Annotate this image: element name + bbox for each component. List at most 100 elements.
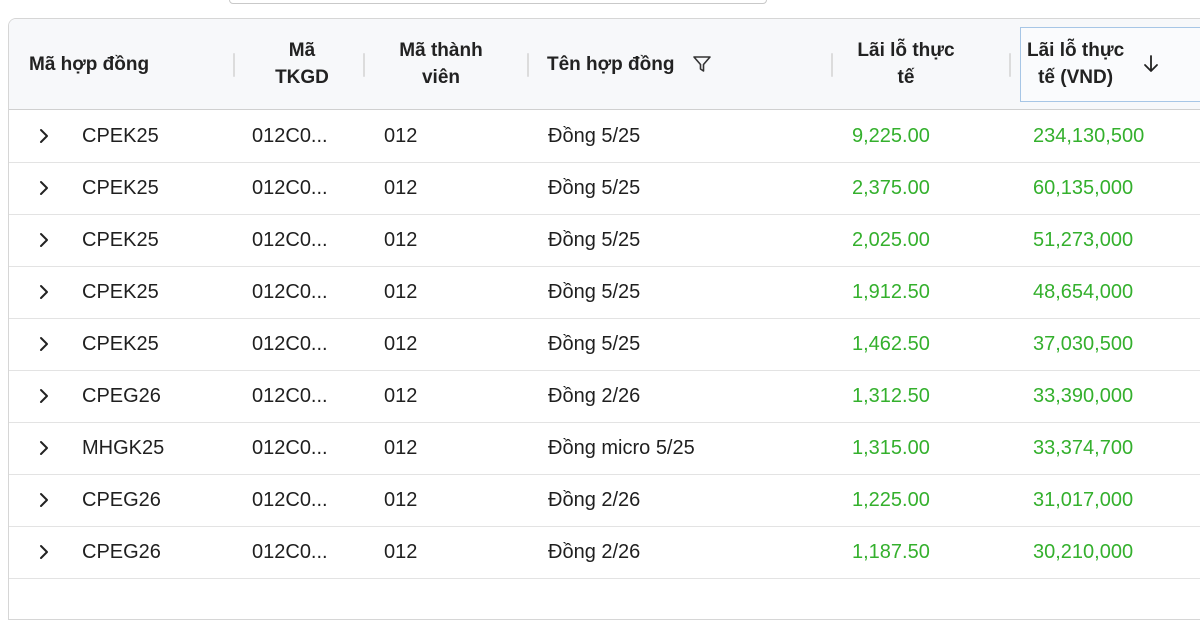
expand-row-button[interactable] <box>37 526 51 578</box>
table-row[interactable]: CPEG26 012C0... 012 Đồng 2/26 1,187.50 30,210… <box>9 526 1200 579</box>
column-header-contract-code[interactable]: Mã hợp đồng <box>29 19 149 109</box>
cell-contract-code: CPEK25 <box>82 124 159 147</box>
cell-account: 012C0... <box>252 384 328 407</box>
chevron-right-icon <box>37 284 51 300</box>
cell-account: 012C0... <box>252 228 328 251</box>
search-input[interactable] <box>229 0 767 4</box>
cell-contract-name: Đồng 5/25 <box>548 124 641 147</box>
cell-contract-code: CPEK25 <box>82 280 159 303</box>
cell-contract-code: CPEK25 <box>82 176 159 199</box>
chevron-right-icon <box>37 544 51 560</box>
column-header-label: Lãi lỗ thực tế <box>857 40 955 88</box>
column-header-label: Mã TKGD <box>275 40 329 88</box>
expand-row-button[interactable] <box>37 318 51 370</box>
cell-pnl-vnd: 48,654,000 <box>1033 280 1134 303</box>
table-row[interactable]: CPEK25 012C0... 012 Đồng 5/25 9,225.00 234,13… <box>9 110 1200 163</box>
column-resize-handle[interactable] <box>831 53 833 77</box>
cell-contract-name: Đồng 5/25 <box>548 228 641 251</box>
cell-pnl: 1,312.50 <box>852 384 930 407</box>
cell-contract-name: Đồng 2/26 <box>548 488 641 511</box>
cell-contract-name: Đồng 2/26 <box>548 540 641 563</box>
cell-pnl: 1,462.50 <box>852 332 930 355</box>
cell-pnl-vnd: 33,374,700 <box>1033 436 1134 459</box>
cell-contract-code: CPEG26 <box>82 488 161 511</box>
cell-account: 012C0... <box>252 176 328 199</box>
column-header-label: Mã hợp đồng <box>29 53 150 75</box>
cell-pnl-vnd: 33,390,000 <box>1033 384 1134 407</box>
cell-contract-name: Đồng micro 5/25 <box>548 436 695 459</box>
expand-row-button[interactable] <box>37 266 51 318</box>
chevron-right-icon <box>37 232 51 248</box>
table-row[interactable]: CPEK25 012C0... 012 Đồng 5/25 2,375.00 60,135… <box>9 162 1200 215</box>
column-resize-handle[interactable] <box>363 53 365 77</box>
contracts-table: Mã hợp đồng Mã TKGD Mã thành viên Tên hợ… <box>8 18 1200 620</box>
cell-contract-code: CPEG26 <box>82 540 161 563</box>
cell-pnl-vnd: 51,273,000 <box>1033 228 1134 251</box>
cell-pnl: 2,375.00 <box>852 176 930 199</box>
column-header-label: Mã thành viên <box>399 40 483 88</box>
column-header-account[interactable]: Mã TKGD <box>247 19 357 109</box>
table-row[interactable]: CPEK25 012C0... 012 Đồng 5/25 1,912.50 48,654… <box>9 266 1200 319</box>
column-header-member[interactable]: Mã thành viên <box>371 19 511 109</box>
cell-pnl-vnd: 30,210,000 <box>1033 540 1134 563</box>
expand-row-button[interactable] <box>37 370 51 422</box>
cell-pnl: 1,315.00 <box>852 436 930 459</box>
filter-icon[interactable] <box>692 54 712 74</box>
cell-account: 012C0... <box>252 488 328 511</box>
cell-account: 012C0... <box>252 280 328 303</box>
table-row[interactable]: MHGK25 012C0... 012 Đồng micro 5/25 1,315.00… <box>9 422 1200 475</box>
cell-member: 012 <box>384 436 418 459</box>
cell-pnl: 1,187.50 <box>852 540 930 563</box>
cell-member: 012 <box>384 228 418 251</box>
column-header-label: Tên hợp đồng <box>547 53 675 75</box>
column-header-label: Lãi lỗ thực tế (VND) <box>1027 40 1125 88</box>
cell-pnl-vnd: 60,135,000 <box>1033 176 1134 199</box>
column-header-pnl-vnd[interactable]: Lãi lỗ thực tế (VND) <box>1027 19 1200 109</box>
cell-contract-name: Đồng 5/25 <box>548 176 641 199</box>
cell-pnl: 9,225.00 <box>852 124 930 147</box>
cell-contract-code: CPEK25 <box>82 332 159 355</box>
table-header: Mã hợp đồng Mã TKGD Mã thành viên Tên hợ… <box>9 19 1200 110</box>
cell-pnl-vnd: 31,017,000 <box>1033 488 1134 511</box>
cell-contract-name: Đồng 5/25 <box>548 332 641 355</box>
table-row[interactable]: CPEG26 012C0... 012 Đồng 2/26 1,312.50 33,390… <box>9 370 1200 423</box>
chevron-right-icon <box>37 336 51 352</box>
expand-row-button[interactable] <box>37 162 51 214</box>
table-row[interactable]: CPEG26 012C0... 012 Đồng 2/26 1,225.00 31,017… <box>9 474 1200 527</box>
cell-pnl: 1,225.00 <box>852 488 930 511</box>
cell-account: 012C0... <box>252 124 328 147</box>
table-row[interactable]: CPEK25 012C0... 012 Đồng 5/25 1,462.50 37,030… <box>9 318 1200 371</box>
cell-contract-code: MHGK25 <box>82 436 165 459</box>
column-header-pnl[interactable]: Lãi lỗ thực tế <box>841 19 971 109</box>
chevron-right-icon <box>37 180 51 196</box>
cell-member: 012 <box>384 384 418 407</box>
cell-account: 012C0... <box>252 332 328 355</box>
expand-row-button[interactable] <box>37 422 51 474</box>
table-row[interactable]: CPEK25 012C0... 012 Đồng 5/25 2,025.00 51,273… <box>9 214 1200 267</box>
chevron-right-icon <box>37 388 51 404</box>
cell-contract-name: Đồng 5/25 <box>548 280 641 303</box>
cell-contract-code: CPEK25 <box>82 228 159 251</box>
chevron-right-icon <box>37 492 51 508</box>
cell-pnl: 2,025.00 <box>852 228 930 251</box>
cell-pnl: 1,912.50 <box>852 280 930 303</box>
cell-member: 012 <box>384 280 418 303</box>
cell-member: 012 <box>384 124 418 147</box>
cell-account: 012C0... <box>252 540 328 563</box>
chevron-right-icon <box>37 440 51 456</box>
cell-contract-name: Đồng 2/26 <box>548 384 641 407</box>
column-resize-handle[interactable] <box>527 53 529 77</box>
chevron-right-icon <box>37 128 51 144</box>
column-header-contract-name[interactable]: Tên hợp đồng <box>547 19 712 109</box>
column-resize-handle[interactable] <box>1009 53 1011 77</box>
expand-row-button[interactable] <box>37 474 51 526</box>
column-resize-handle[interactable] <box>233 53 235 77</box>
arrow-down-icon[interactable] <box>1142 54 1160 74</box>
cell-pnl-vnd: 37,030,500 <box>1033 332 1134 355</box>
expand-row-button[interactable] <box>37 110 51 162</box>
cell-pnl-vnd: 234,130,500 <box>1033 124 1145 147</box>
cell-member: 012 <box>384 540 418 563</box>
cell-member: 012 <box>384 176 418 199</box>
cell-member: 012 <box>384 332 418 355</box>
expand-row-button[interactable] <box>37 214 51 266</box>
